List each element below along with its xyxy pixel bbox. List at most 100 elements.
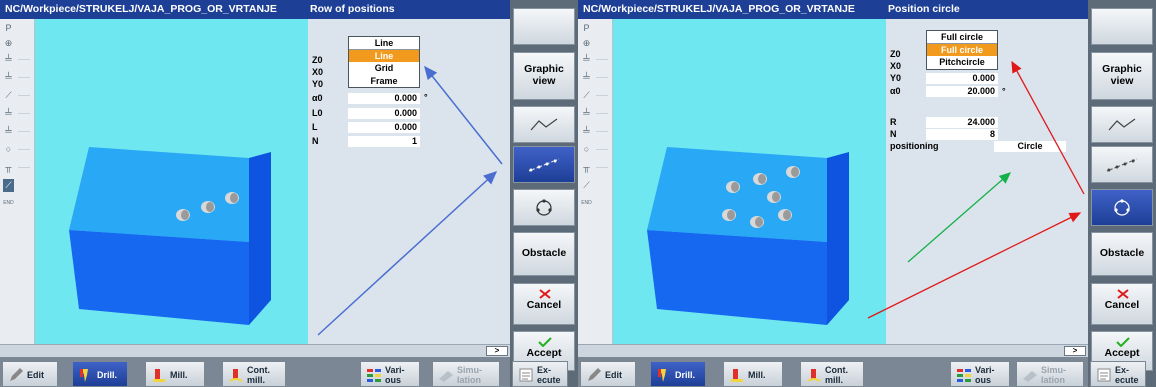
sidebar-icon-line-selected[interactable]: ⟋ <box>3 179 14 192</box>
sidebar-icon-tool[interactable]: ⊕ <box>3 37 14 50</box>
dropdown-current-value[interactable]: Full circle <box>927 31 997 44</box>
graphic-viewport <box>35 19 308 344</box>
field-label-z0: Z0 <box>312 55 323 65</box>
row-positions-icon <box>1106 158 1138 172</box>
edit-softkey[interactable]: Edit <box>2 361 58 387</box>
sidebar-icon-drill[interactable]: ╧ <box>3 71 14 84</box>
various-label: Vari-ous <box>975 365 995 385</box>
dropdown-option-grid[interactable]: Grid <box>349 62 419 75</box>
field-alpha0-input[interactable]: 0.000 <box>348 93 420 104</box>
mill-softkey[interactable]: Mill. <box>723 361 783 387</box>
cancel-softkey[interactable]: Cancel <box>1091 283 1153 325</box>
dropdown-option-full-circle[interactable]: Full circle <box>927 43 997 56</box>
dropdown-current-value[interactable]: Line <box>349 37 419 50</box>
field-label-l0: L0 <box>312 108 323 118</box>
dropdown-option-pitchcircle[interactable]: Pitchcircle <box>927 56 997 69</box>
field-n-input[interactable]: 1 <box>348 136 420 147</box>
obstacle-softkey[interactable]: Obstacle <box>1091 232 1153 276</box>
mill-icon <box>153 369 165 382</box>
various-softkey[interactable]: Vari-ous <box>360 361 420 387</box>
sidebar-icon-drill[interactable]: ╧ <box>3 53 14 66</box>
sidebar-icon-drill[interactable]: ╧ <box>3 125 14 138</box>
pattern-dropdown[interactable]: Line Line Grid Frame <box>348 36 420 88</box>
various-softkey[interactable]: Vari-ous <box>950 361 1010 387</box>
sidebar-icon-drill[interactable]: ╧ <box>581 53 592 66</box>
row-of-positions-softkey[interactable] <box>513 146 575 183</box>
polyline-softkey[interactable] <box>1091 106 1153 143</box>
row-positions-icon <box>528 158 560 172</box>
sidebar-icon-end[interactable]: END <box>581 197 592 210</box>
pencil-icon <box>10 368 23 381</box>
scroll-right-button[interactable]: > <box>1064 346 1086 356</box>
various-label: Vari-ous <box>385 365 405 385</box>
position-circle-softkey[interactable] <box>1091 189 1153 226</box>
accept-check-icon <box>1116 337 1130 347</box>
simulation-softkey: Simu-lation <box>432 361 500 387</box>
simulation-softkey: Simu-lation <box>1016 361 1084 387</box>
drill-softkey[interactable]: Drill. <box>72 361 128 387</box>
scroll-right-button[interactable]: > <box>486 346 508 356</box>
sidebar-icon-line[interactable]: ⟋ <box>581 179 592 192</box>
field-l0-input[interactable]: 0.000 <box>348 108 420 119</box>
obstacle-softkey[interactable]: Obstacle <box>513 232 575 276</box>
contour-mill-softkey[interactable]: Cont. mill. <box>222 361 286 387</box>
parameter-form: Z0 X0 Y0 0.000 α0 20.000 ° R 24.000 N 8 … <box>886 19 1088 344</box>
cancel-x-icon <box>1117 289 1129 299</box>
sidebar-icon-drill[interactable]: ╧ <box>581 125 592 138</box>
sidebar-icon-line[interactable]: ⟋ <box>581 89 592 102</box>
circle-positions-icon <box>1114 199 1130 216</box>
horizontal-scrollbar[interactable]: > <box>0 344 510 357</box>
sidebar-icon-line[interactable]: ⟋ <box>3 89 14 102</box>
execute-icon <box>1097 368 1111 382</box>
execute-softkey[interactable]: Ex-ecute <box>512 361 568 387</box>
simulation-label: Simu-lation <box>457 365 483 385</box>
dropdown-option-frame[interactable]: Frame <box>349 75 419 88</box>
cancel-softkey[interactable]: Cancel <box>513 283 575 325</box>
contour-mill-icon <box>229 369 243 382</box>
field-l-input[interactable]: 0.000 <box>348 122 420 133</box>
field-alpha0-input[interactable]: 20.000 <box>926 86 998 97</box>
field-label-alpha0: α0 <box>312 93 323 103</box>
contour-mill-label: Cont. mill. <box>825 365 848 385</box>
program-path: NC/Workpiece/STRUKELJ/VAJA_PROG_OR_VRTAN… <box>583 3 855 15</box>
various-icon <box>957 369 971 382</box>
sidebar-icon-drill[interactable]: ╧ <box>581 71 592 84</box>
horizontal-scrollbar[interactable]: > <box>578 344 1088 357</box>
position-circle-softkey[interactable] <box>513 189 575 226</box>
sidebar-icon-drill[interactable]: ╧ <box>3 107 14 120</box>
sidebar-icon-p[interactable]: P <box>3 22 14 35</box>
cycle-title: Row of positions <box>310 3 395 15</box>
positioning-value[interactable]: Circle <box>994 141 1066 152</box>
sidebar-icon-drill[interactable]: ╧ <box>581 107 592 120</box>
graphic-view-softkey[interactable]: Graphic view <box>1091 52 1153 100</box>
sidebar-icon-circle[interactable]: ○ <box>581 143 592 156</box>
execute-softkey[interactable]: Ex-ecute <box>1090 361 1146 387</box>
row-of-positions-softkey[interactable] <box>1091 146 1153 183</box>
field-label-r: R <box>890 117 897 127</box>
field-label-x0: X0 <box>312 67 324 77</box>
field-label-n: N <box>312 136 319 146</box>
edit-label: Edit <box>605 370 622 380</box>
drill-softkey[interactable]: Drill. <box>650 361 706 387</box>
field-n-input[interactable]: 8 <box>926 129 998 140</box>
sidebar-icon-p[interactable]: P <box>581 22 592 35</box>
simulation-label: Simu-lation <box>1041 365 1067 385</box>
field-y0-input[interactable]: 0.000 <box>926 73 998 84</box>
sidebar-icon-thread[interactable]: ╥ <box>3 161 14 174</box>
positioning-label: positioning <box>890 141 939 151</box>
sidebar-icon-circle[interactable]: ○ <box>3 143 14 156</box>
sidebar-icon-end[interactable]: END <box>3 197 14 210</box>
softkey-empty-1[interactable] <box>1091 8 1153 45</box>
edit-softkey[interactable]: Edit <box>580 361 636 387</box>
field-r-input[interactable]: 24.000 <box>926 117 998 128</box>
mill-softkey[interactable]: Mill. <box>145 361 205 387</box>
contour-mill-softkey[interactable]: Cont. mill. <box>800 361 864 387</box>
polyline-softkey[interactable] <box>513 106 575 143</box>
circle-type-dropdown[interactable]: Full circle Full circle Pitchcircle <box>926 30 998 70</box>
dropdown-option-line[interactable]: Line <box>349 49 419 62</box>
sidebar-icon-thread[interactable]: ╥ <box>581 161 592 174</box>
graphic-view-softkey[interactable]: Graphic view <box>513 52 575 100</box>
sidebar-icon-tool[interactable]: ⊕ <box>581 37 592 50</box>
softkey-empty-1[interactable] <box>513 8 575 45</box>
field-alpha0-unit: ° <box>424 92 428 102</box>
